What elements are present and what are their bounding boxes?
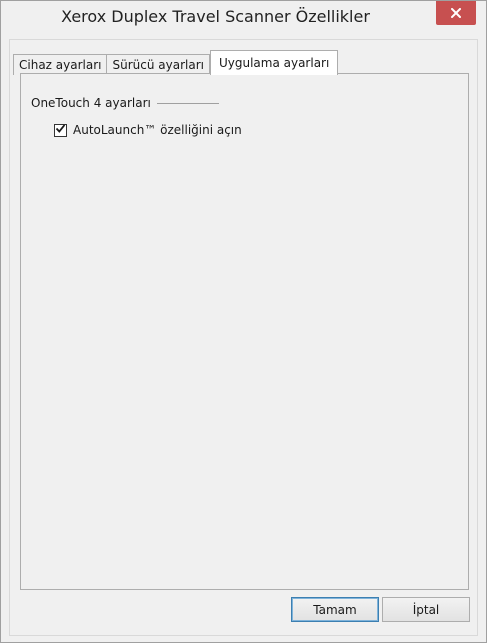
group-divider [156, 102, 219, 104]
ok-button[interactable]: Tamam [291, 597, 379, 622]
onetouch-group-header: OneTouch 4 ayarları [31, 96, 219, 110]
cancel-button[interactable]: İptal [382, 597, 470, 622]
tab-label: Cihaz ayarları [19, 58, 102, 72]
tab-cihaz-ayarlari[interactable]: Cihaz ayarları [13, 54, 108, 75]
tab-label: Uygulama ayarları [218, 56, 330, 70]
tab-surucu-ayarlari[interactable]: Sürücü ayarları [106, 54, 210, 75]
autolaunch-checkbox[interactable] [54, 123, 67, 137]
title-bar[interactable]: Xerox Duplex Travel Scanner Özellikler [1, 1, 486, 39]
tab-uygulama-ayarlari[interactable]: Uygulama ayarları [209, 50, 339, 75]
autolaunch-label: AutoLaunch™ özelliğini açın [73, 123, 242, 137]
close-icon [451, 8, 461, 18]
tab-label: Sürücü ayarları [112, 58, 204, 72]
checkmark-icon [55, 123, 66, 137]
ok-button-label: Tamam [313, 602, 357, 617]
tab-strip: Cihaz ayarları Sürücü ayarları Uygulama … [13, 49, 339, 75]
close-button[interactable] [436, 1, 476, 25]
autolaunch-option[interactable]: AutoLaunch™ özelliğini açın [54, 123, 242, 137]
group-title: OneTouch 4 ayarları [31, 96, 151, 110]
properties-dialog: Xerox Duplex Travel Scanner Özellikler C… [0, 0, 487, 643]
cancel-button-label: İptal [412, 602, 440, 617]
tab-panel-uygulama-ayarlari [20, 73, 469, 590]
window-title: Xerox Duplex Travel Scanner Özellikler [61, 7, 370, 26]
